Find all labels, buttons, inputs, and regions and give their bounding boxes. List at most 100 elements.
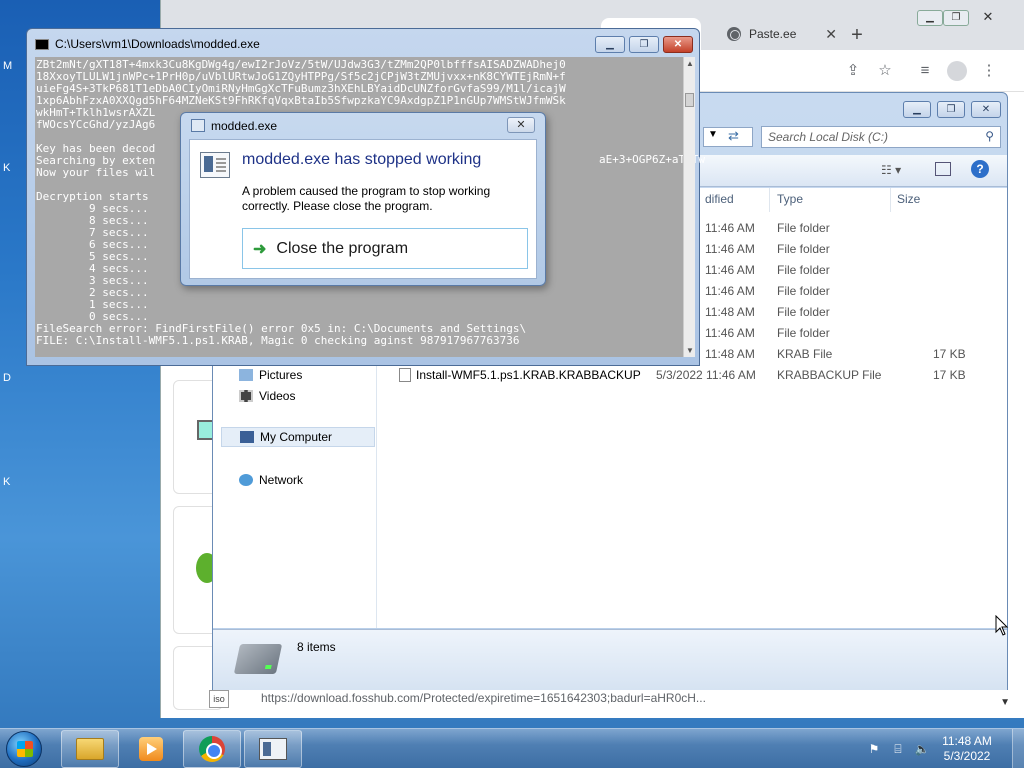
row-date: 11:48 AM [705,305,755,319]
row-type: File folder [777,221,830,235]
folder-icon [76,738,104,760]
refresh-icon[interactable]: ⇄ [728,128,739,144]
row-date: 11:46 AM [705,221,755,235]
console-line: FILE: C:\Install-WMF5.1.ps1.KRAB, Magic … [36,334,520,347]
nav-label: Pictures [259,368,303,382]
column-header-date[interactable]: dified [705,192,734,206]
windows-logo-icon [17,741,33,757]
media-player-icon [139,737,163,761]
console-line: _ [36,346,43,358]
console-app-icon [259,738,287,760]
chrome-icon [199,736,225,762]
row-type: File folder [777,326,830,340]
column-divider [890,188,891,212]
nav-item-pictures[interactable]: Pictures [239,368,302,382]
desktop-edge-label: M [3,60,13,72]
close-button[interactable]: ✕ [663,36,693,53]
window-title: C:\Users\vm1\Downloads\modded.exe [55,37,260,51]
console-scrollbar[interactable]: ▲ ▼ [683,57,695,357]
menu-dots-icon[interactable]: ⋮ [979,61,999,81]
new-tab-button[interactable]: + [846,24,868,47]
clock-time: 11:48 AM [942,734,992,748]
desktop-edge-label: K [3,162,11,174]
profile-avatar[interactable] [947,61,967,81]
taskbar-media-player-button[interactable] [122,730,180,768]
mouse-cursor-icon [995,615,1009,636]
scroll-down-icon[interactable]: ▼ [686,346,694,355]
search-icon[interactable]: ⚲ [985,129,994,143]
show-desktop-button[interactable] [1012,729,1024,768]
dialog-app-icon [191,119,205,132]
help-icon[interactable]: ? [971,160,989,178]
details-pane: 8 items [213,629,1007,690]
scroll-down-arrow-icon[interactable]: ▼ [1000,697,1010,708]
maximize-button[interactable]: ❐ [629,36,659,53]
maximize-button[interactable]: ❐ [937,101,965,118]
tab-close-icon[interactable]: ✕ [825,26,837,43]
nav-item-network[interactable]: Network [239,473,303,487]
volume-icon[interactable]: 🔈 [914,741,930,757]
file-icon [399,368,411,382]
taskbar-modded-exe-button[interactable] [244,730,302,768]
nav-label: Videos [259,389,296,403]
console-icon [35,39,49,50]
taskbar-chrome-button[interactable] [183,730,241,768]
close-program-button[interactable]: ➜ Close the program [242,228,528,269]
videos-icon [239,390,253,402]
bookmark-star-icon[interactable]: ☆ [875,61,895,81]
row-date: 11:46 AM [705,242,755,256]
nav-item-my-computer[interactable]: My Computer [221,427,375,447]
row-date: 11:46 AM [705,284,755,298]
pictures-icon [239,369,253,381]
share-icon[interactable]: ⇪ [843,61,863,81]
minimize-button[interactable]: ▁ [917,10,943,26]
item-count: 8 items [297,640,336,654]
minimize-button[interactable]: ▁ [595,36,625,53]
close-icon[interactable]: ✕ [975,10,1001,26]
row-date: 11:46 AM [705,263,755,277]
search-input[interactable]: Search Local Disk (C:) ⚲ [761,126,1001,148]
iso-file-icon[interactable]: iso [209,690,229,708]
nav-label: Network [259,473,304,487]
tab-paste-ee[interactable]: Paste.ee ✕ [717,18,847,50]
row-type: KRABBACKUP File [777,368,882,382]
row-size: 17 KB [933,368,966,382]
row-type: File folder [777,284,830,298]
table-row-name[interactable]: Install-WMF5.1.ps1.KRAB.KRABBACKUP [416,368,641,382]
taskbar-clock[interactable]: 11:48 AM 5/3/2022 [934,734,1000,764]
minimize-button[interactable]: ▁ [903,101,931,118]
address-bar[interactable]: ▼ ⇄ [703,127,753,147]
action-center-flag-icon[interactable]: ⚑ [866,741,882,757]
globe-icon [727,27,741,41]
close-program-label: Close the program [276,239,409,257]
column-divider [769,188,770,212]
computer-icon [240,431,254,443]
dialog-heading: modded.exe has stopped working [242,151,482,168]
column-header-type[interactable]: Type [777,192,803,206]
error-dialog: modded.exe ✕ modded.exe has stopped work… [180,112,546,286]
reading-list-icon[interactable]: ≡ [915,61,935,81]
status-bar-url: https://download.fosshub.com/Protected/e… [261,691,706,705]
start-button[interactable] [6,731,42,767]
preview-pane-icon[interactable] [935,162,951,176]
taskbar-explorer-button[interactable] [61,730,119,768]
dialog-message: A problem caused the program to stop wor… [242,184,491,213]
scrollbar-thumb[interactable] [685,93,694,107]
column-header-size[interactable]: Size [897,192,920,206]
desktop-edge-label: K [3,476,11,488]
green-arrow-icon: ➜ [253,240,267,258]
row-date: 11:46 AM [705,326,755,340]
taskbar: ⚑ ⌸ 🔈 11:48 AM 5/3/2022 [0,728,1024,768]
program-icon [200,152,230,178]
nav-item-videos[interactable]: Videos [239,389,295,403]
desktop-edge-label: D [3,372,11,384]
dialog-close-button[interactable]: ✕ [507,117,535,133]
dropdown-arrow-icon: ▼ [708,129,718,140]
nav-label: My Computer [260,430,333,444]
close-button[interactable]: ✕ [971,101,1001,118]
scroll-up-icon[interactable]: ▲ [686,59,694,68]
search-placeholder: Search Local Disk (C:) [768,130,889,144]
network-tray-icon[interactable]: ⌸ [890,741,906,757]
maximize-button[interactable]: ❐ [943,10,969,26]
view-options-icon[interactable]: ☷ ▾ [881,163,901,177]
